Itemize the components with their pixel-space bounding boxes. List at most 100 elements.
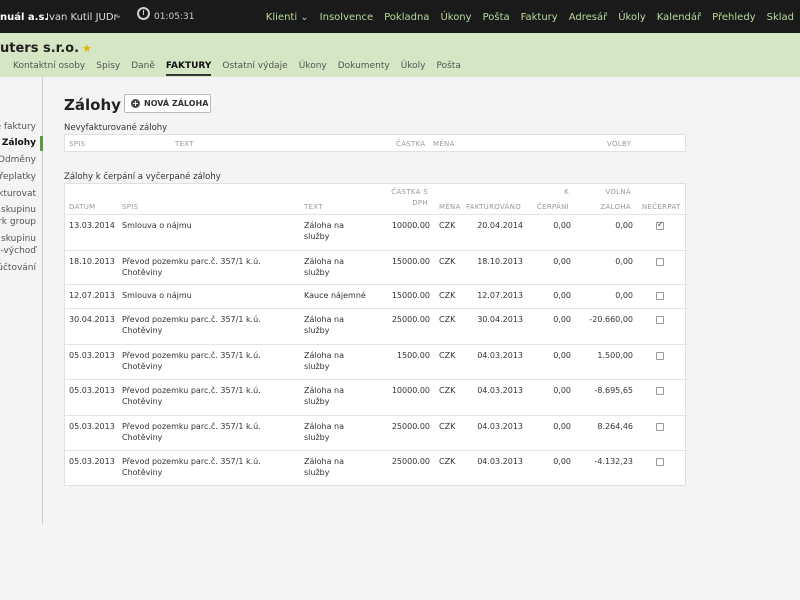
cell-spis: Převod pozemku parc.č. 357/1 k.ú. [122, 257, 261, 266]
cell-currency: CZK [439, 291, 456, 300]
sidebar-item-zalohy[interactable]: Zálohy [2, 138, 36, 148]
col-mena: MĚNA [439, 203, 461, 211]
cell-date: 18.10.2013 [69, 257, 115, 266]
nav-posta[interactable]: Pošta [483, 12, 510, 23]
cell-free: 0,00 [615, 291, 633, 300]
stopwatch-icon[interactable] [137, 7, 150, 20]
necerpat-checkbox[interactable] [656, 220, 664, 230]
nav-kalendar[interactable]: Kalendář [657, 12, 701, 23]
cell-date: 05.03.2013 [69, 422, 115, 431]
cell-spis-2: Chotěviny [122, 362, 163, 371]
tab-spisy[interactable]: Spisy [96, 61, 120, 76]
page-title: Zálohy [64, 96, 121, 114]
cell-currency: CZK [439, 457, 456, 466]
necerpat-checkbox[interactable] [656, 292, 664, 300]
table-row[interactable]: 30.04.2013 Převod pozemku parc.č. 357/1 k… [65, 308, 687, 344]
cell-invoiced: 04.03.2013 [477, 457, 523, 466]
cell-date: 12.07.2013 [69, 291, 115, 300]
tab-ukony[interactable]: Úkony [299, 61, 327, 76]
client-header: uters s.r.o. ★ Kontaktní osoby Spisy Daně… [0, 33, 800, 77]
sidebar-item-skupinu-1[interactable]: t skupinu [0, 205, 36, 215]
sidebar: é faktury Zálohy Odměny Přeplatky akturo… [0, 77, 43, 524]
cell-amount: 15000.00 [391, 257, 430, 266]
cell-invoiced: 04.03.2013 [477, 422, 523, 431]
col-text: TEXT [304, 203, 323, 211]
cell-date: 05.03.2013 [69, 386, 115, 395]
cell-date: 05.03.2013 [69, 457, 115, 466]
table-row[interactable]: 05.03.2013 Převod pozemku parc.č. 357/1 k… [65, 415, 687, 450]
sidebar-item-group[interactable]: erk group [0, 217, 36, 227]
tab-dokumenty[interactable]: Dokumenty [338, 61, 390, 76]
nav-adresar[interactable]: Adresář [569, 12, 608, 23]
cell-amount: 25000.00 [391, 422, 430, 431]
col-cerpani-1: K [564, 188, 569, 196]
sidebar-item-odmeny[interactable]: Odměny [0, 155, 36, 165]
cell-draw: 0,00 [553, 315, 571, 324]
nav-faktury[interactable]: Faktury [521, 12, 558, 23]
necerpat-checkbox[interactable] [656, 387, 664, 395]
tab-kontaktni-osoby[interactable]: Kontaktní osoby [13, 61, 85, 76]
col-datum: DATUM [69, 203, 96, 211]
nav-pokladna[interactable]: Pokladna [384, 12, 429, 23]
cell-text: Kauce nájemné [304, 291, 366, 300]
table-row[interactable]: 05.03.2013 Převod pozemku parc.č. 357/1 k… [65, 450, 687, 487]
main-nav: Klienti Insolvence Pokladna Úkony Pošta … [266, 12, 794, 23]
cell-date: 05.03.2013 [69, 351, 115, 360]
cell-amount: 1500.00 [396, 351, 430, 360]
table-row[interactable]: 18.10.2013 Převod pozemku parc.č. 357/1 k… [65, 250, 687, 284]
cell-text-2: služby [304, 397, 330, 406]
tab-dane[interactable]: Daně [131, 61, 155, 76]
cell-free: 8.264,46 [597, 422, 633, 431]
cell-date: 30.04.2013 [69, 315, 115, 324]
cell-text: Záloha na [304, 221, 344, 230]
sidebar-item-vychod[interactable]: a-výchoď [0, 246, 36, 256]
user-menu[interactable]: Ivan Kutil JUDr [46, 12, 118, 23]
nav-ukony[interactable]: Úkony [440, 12, 471, 23]
cell-spis-2: Chotěviny [122, 326, 163, 335]
table-row[interactable]: 12.07.2013 Smlouva o nájmu Kauce nájemné 15… [65, 284, 687, 308]
cell-date: 13.03.2014 [69, 221, 115, 230]
cell-spis: Smlouva o nájmu [122, 291, 192, 300]
cell-amount: 15000.00 [391, 291, 430, 300]
cell-invoiced: 20.04.2014 [477, 221, 523, 230]
nav-insolvence[interactable]: Insolvence [320, 12, 373, 23]
cell-spis: Smlouva o nájmu [122, 221, 192, 230]
tab-faktury[interactable]: FAKTURY [165, 61, 212, 76]
necerpat-checkbox[interactable] [656, 316, 664, 324]
nav-klienti[interactable]: Klienti [266, 12, 309, 23]
tab-ukoly[interactable]: Úkoly [401, 61, 426, 76]
tab-ostatni-vydaje[interactable]: Ostatní výdaje [222, 61, 287, 76]
table-row[interactable]: 13.03.2014 Smlouva o nájmu Záloha na služby… [65, 214, 687, 250]
col-fakturovano: FAKTUROVÁNO [465, 203, 521, 211]
cell-free: 0,00 [615, 257, 633, 266]
necerpat-checkbox[interactable] [656, 352, 664, 360]
necerpat-checkbox[interactable] [656, 258, 664, 266]
cell-invoiced: 04.03.2013 [477, 351, 523, 360]
cell-text: Záloha na [304, 351, 344, 360]
cell-spis-2: Chotěviny [122, 397, 163, 406]
nav-ukoly[interactable]: Úkoly [618, 12, 646, 23]
table-row[interactable]: 05.03.2013 Převod pozemku parc.č. 357/1 k… [65, 379, 687, 415]
cell-text-2: služby [304, 433, 330, 442]
necerpat-checkbox[interactable] [656, 458, 664, 466]
cell-amount: 25000.00 [391, 457, 430, 466]
chevron-down-icon[interactable]: ⌄ [114, 10, 122, 21]
tab-posta[interactable]: Pošta [437, 61, 461, 76]
table-row[interactable]: 05.03.2013 Převod pozemku parc.č. 357/1 k… [65, 344, 687, 379]
col-spis: SPIS [122, 203, 139, 211]
col-castka-2: DPH [412, 199, 428, 207]
cell-amount: 10000.00 [391, 221, 430, 230]
firm-name[interactable]: nuál a.s. [0, 12, 48, 23]
top-bar: nuál a.s. Ivan Kutil JUDr ⌄ 01:05:31 Kli… [0, 0, 800, 33]
necerpat-checkbox[interactable] [656, 423, 664, 431]
sidebar-item-faktury[interactable]: é faktury [0, 122, 36, 132]
sidebar-item-preplatky[interactable]: Přeplatky [0, 172, 36, 182]
new-advance-button[interactable]: + NOVÁ ZÁLOHA [124, 94, 211, 113]
cell-draw: 0,00 [553, 457, 571, 466]
sidebar-item-skupinu-2[interactable]: t skupinu [0, 234, 36, 244]
nav-sklad[interactable]: Sklad [767, 12, 794, 23]
sidebar-item-uctovani[interactable]: účtování [0, 263, 36, 273]
nav-prehledy[interactable]: Přehledy [712, 12, 755, 23]
star-icon[interactable]: ★ [82, 42, 92, 55]
sidebar-item-nefakturovat[interactable]: akturovat [0, 189, 36, 199]
